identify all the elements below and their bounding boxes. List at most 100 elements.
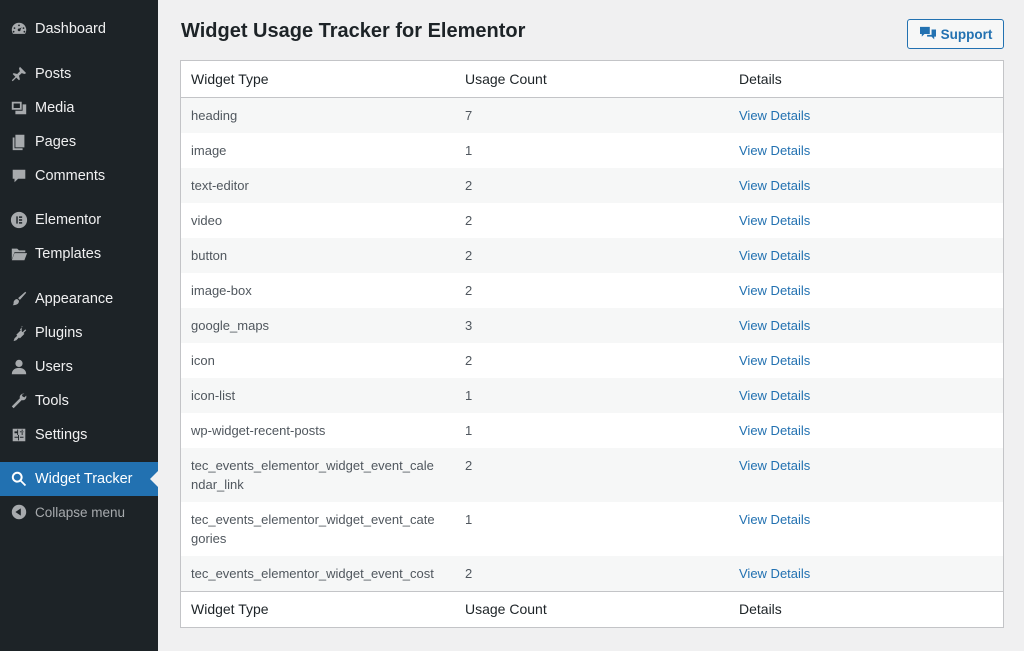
comment-icon	[0, 167, 35, 185]
view-details-link[interactable]: View Details	[739, 388, 810, 403]
pin-icon	[0, 65, 35, 83]
details-cell: View Details	[729, 413, 1003, 448]
details-cell: View Details	[729, 273, 1003, 308]
sidebar-item-tools[interactable]: Tools	[0, 389, 158, 413]
sidebar-item-label: Widget Tracker	[35, 471, 133, 487]
column-header-usage-count[interactable]: Usage Count	[455, 61, 729, 98]
widget-type-cell: heading	[191, 107, 238, 123]
view-details-link[interactable]: View Details	[739, 512, 810, 527]
plugin-icon	[0, 324, 35, 342]
view-details-link[interactable]: View Details	[739, 108, 810, 123]
column-footer-usage-count[interactable]: Usage Count	[455, 590, 729, 627]
wrench-icon	[0, 392, 35, 410]
table-row: wp-widget-recent-posts 1 View Details	[181, 413, 1003, 448]
column-footer-widget-type[interactable]: Widget Type	[181, 590, 455, 627]
column-footer-details[interactable]: Details	[729, 590, 1003, 627]
view-details-link[interactable]: View Details	[739, 353, 810, 368]
table-row: tec_events_elementor_widget_event_catego…	[181, 502, 1003, 556]
usage-count-cell: 2	[465, 282, 473, 298]
sidebar-item-label: Settings	[35, 427, 88, 443]
sidebar-item-comments[interactable]: Comments	[0, 164, 158, 188]
sidebar-item-label: Comments	[35, 168, 106, 184]
column-header-details[interactable]: Details	[729, 61, 1003, 98]
details-cell: View Details	[729, 378, 1003, 413]
table-row: heading 7 View Details	[181, 97, 1003, 133]
sidebar-item-label: Appearance	[35, 291, 114, 307]
details-cell: View Details	[729, 133, 1003, 168]
search-icon	[0, 470, 35, 488]
sidebar-item-dashboard[interactable]: Dashboard	[0, 17, 158, 41]
dashboard-icon	[0, 20, 35, 38]
usage-count-cell: 1	[465, 511, 473, 527]
page-title: Widget Usage Tracker for Elementor	[181, 20, 526, 42]
details-cell: View Details	[729, 238, 1003, 273]
table-body: heading 7 View Details image 1 View Details te…	[181, 97, 1003, 591]
table-row: text-editor 2 View Details	[181, 167, 1003, 203]
view-details-link[interactable]: View Details	[739, 248, 810, 263]
widget-type-cell: tec_events_elementor_widget_event_catego…	[191, 511, 435, 546]
usage-count-cell: 1	[465, 142, 473, 158]
sidebar-item-settings[interactable]: Settings	[0, 423, 158, 447]
support-button-label: Support	[940, 26, 993, 42]
table-row: google_maps 3 View Details	[181, 307, 1003, 343]
view-details-link[interactable]: View Details	[739, 178, 810, 193]
usage-count-cell: 2	[465, 212, 473, 228]
details-cell: View Details	[729, 97, 1003, 133]
details-cell: View Details	[729, 556, 1003, 592]
table-row: video 2 View Details	[181, 203, 1003, 238]
widget-type-cell: wp-widget-recent-posts	[191, 422, 326, 438]
table-row: tec_events_elementor_widget_event_calend…	[181, 447, 1003, 502]
folder-icon	[0, 245, 35, 263]
table-row: tec_events_elementor_widget_event_cost 2 V…	[181, 555, 1003, 592]
widget-type-cell: text-editor	[191, 177, 249, 193]
sidebar-item-appearance[interactable]: Appearance	[0, 287, 158, 311]
sidebar-item-label: Posts	[35, 66, 72, 82]
sidebar-item-widget-tracker[interactable]: Widget Tracker	[0, 462, 158, 496]
sidebar-item-label: Users	[35, 359, 73, 375]
view-details-link[interactable]: View Details	[739, 143, 810, 158]
sidebar-item-templates[interactable]: Templates	[0, 242, 158, 266]
sidebar-item-label: Collapse menu	[35, 504, 126, 520]
view-details-link[interactable]: View Details	[739, 318, 810, 333]
widget-type-cell: google_maps	[191, 317, 270, 333]
sidebar-item-plugins[interactable]: Plugins	[0, 321, 158, 345]
widget-usage-table: Widget Type Usage Count Details heading 7…	[180, 60, 1004, 628]
view-details-link[interactable]: View Details	[739, 213, 810, 228]
details-cell: View Details	[729, 203, 1003, 238]
collapse-menu-button[interactable]: Collapse menu	[0, 501, 158, 523]
sidebar-item-elementor[interactable]: Elementor	[0, 208, 158, 232]
widget-type-cell: tec_events_elementor_widget_event_calend…	[191, 457, 434, 492]
widget-type-cell: tec_events_elementor_widget_event_cost	[191, 565, 434, 581]
collapse-icon	[0, 503, 35, 521]
view-details-link[interactable]: View Details	[739, 423, 810, 438]
pages-icon	[0, 133, 35, 151]
details-cell: View Details	[729, 448, 1003, 502]
widget-type-cell: icon	[191, 352, 215, 368]
widget-type-cell: image-box	[191, 282, 252, 298]
usage-count-cell: 7	[465, 107, 473, 123]
details-cell: View Details	[729, 168, 1003, 203]
usage-count-cell: 1	[465, 387, 473, 403]
widget-type-cell: button	[191, 247, 228, 263]
user-icon	[0, 358, 35, 376]
brush-icon	[0, 290, 35, 308]
sidebar-item-label: Media	[35, 100, 75, 116]
table-header-row: Widget Type Usage Count Details	[181, 61, 1003, 98]
table-row: image-box 2 View Details	[181, 273, 1003, 308]
admin-sidebar: Dashboard Posts Media Pages Comments Ele…	[0, 0, 158, 651]
table-row: icon 2 View Details	[181, 343, 1003, 378]
sidebar-item-posts[interactable]: Posts	[0, 62, 158, 86]
details-cell: View Details	[729, 343, 1003, 378]
support-button[interactable]: Support	[907, 19, 1004, 49]
table-row: button 2 View Details	[181, 237, 1003, 273]
sidebar-item-users[interactable]: Users	[0, 355, 158, 379]
column-header-widget-type[interactable]: Widget Type	[181, 61, 455, 98]
sidebar-item-media[interactable]: Media	[0, 96, 158, 120]
view-details-link[interactable]: View Details	[739, 283, 810, 298]
view-details-link[interactable]: View Details	[739, 458, 810, 473]
view-details-link[interactable]: View Details	[739, 566, 810, 581]
sidebar-item-pages[interactable]: Pages	[0, 130, 158, 154]
usage-count-cell: 3	[465, 317, 473, 333]
table-row: icon-list 1 View Details	[181, 377, 1003, 413]
usage-count-cell: 2	[465, 247, 473, 263]
